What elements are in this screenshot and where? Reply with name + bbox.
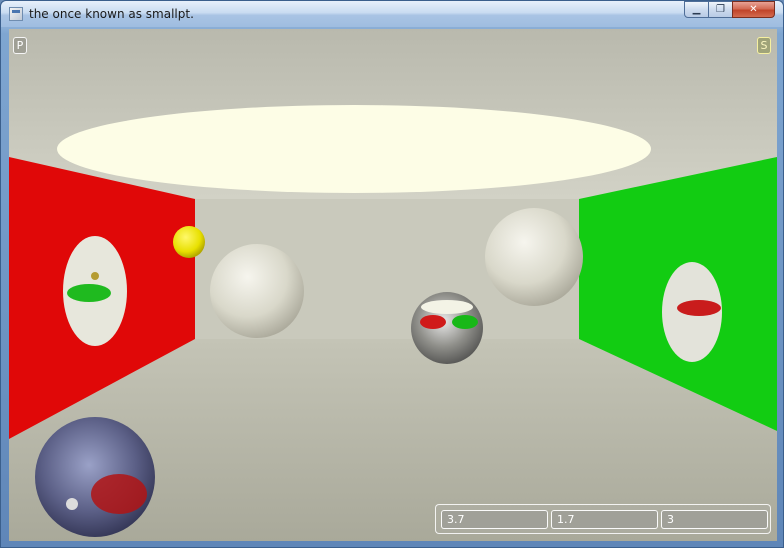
render-viewport[interactable]: P S 3.7 1.7 3 (9, 29, 777, 541)
chrome-red-reflection (420, 315, 446, 329)
glass-highlight (66, 498, 78, 510)
glass-red-reflection (91, 474, 147, 514)
chrome-green-reflection (452, 315, 478, 329)
app-window: the once known as smallpt. ▁ ❐ ✕ P S 3.7… (0, 0, 784, 548)
glass-sphere (35, 417, 155, 537)
yellow-sphere (173, 226, 205, 258)
white-sphere-left (210, 244, 304, 338)
left-mirror-dot (91, 272, 99, 280)
white-sphere-right (485, 208, 583, 306)
app-window-icon (9, 7, 23, 21)
close-icon: ✕ (749, 4, 758, 15)
p-button[interactable]: P (13, 37, 27, 54)
parameter-panel: 3.7 1.7 3 (435, 504, 771, 534)
ceiling-light (57, 105, 651, 193)
right-mirror-reflection (677, 300, 721, 316)
rendered-scene (9, 29, 777, 541)
parameter-field-2[interactable]: 1.7 (551, 510, 658, 529)
maximize-button[interactable]: ❐ (708, 1, 733, 18)
left-mirror-reflection (67, 284, 111, 302)
parameter-field-1[interactable]: 3.7 (441, 510, 548, 529)
caption-buttons: ▁ ❐ ✕ (684, 1, 775, 20)
maximize-icon: ❐ (716, 4, 725, 15)
chrome-light-reflection (421, 300, 473, 314)
minimize-button[interactable]: ▁ (684, 1, 709, 18)
title-bar[interactable]: the once known as smallpt. ▁ ❐ ✕ (1, 1, 783, 27)
window-title: the once known as smallpt. (29, 7, 194, 21)
close-button[interactable]: ✕ (732, 1, 775, 18)
s-button[interactable]: S (757, 37, 771, 54)
parameter-field-3[interactable]: 3 (661, 510, 768, 529)
minimize-icon: ▁ (692, 4, 701, 15)
